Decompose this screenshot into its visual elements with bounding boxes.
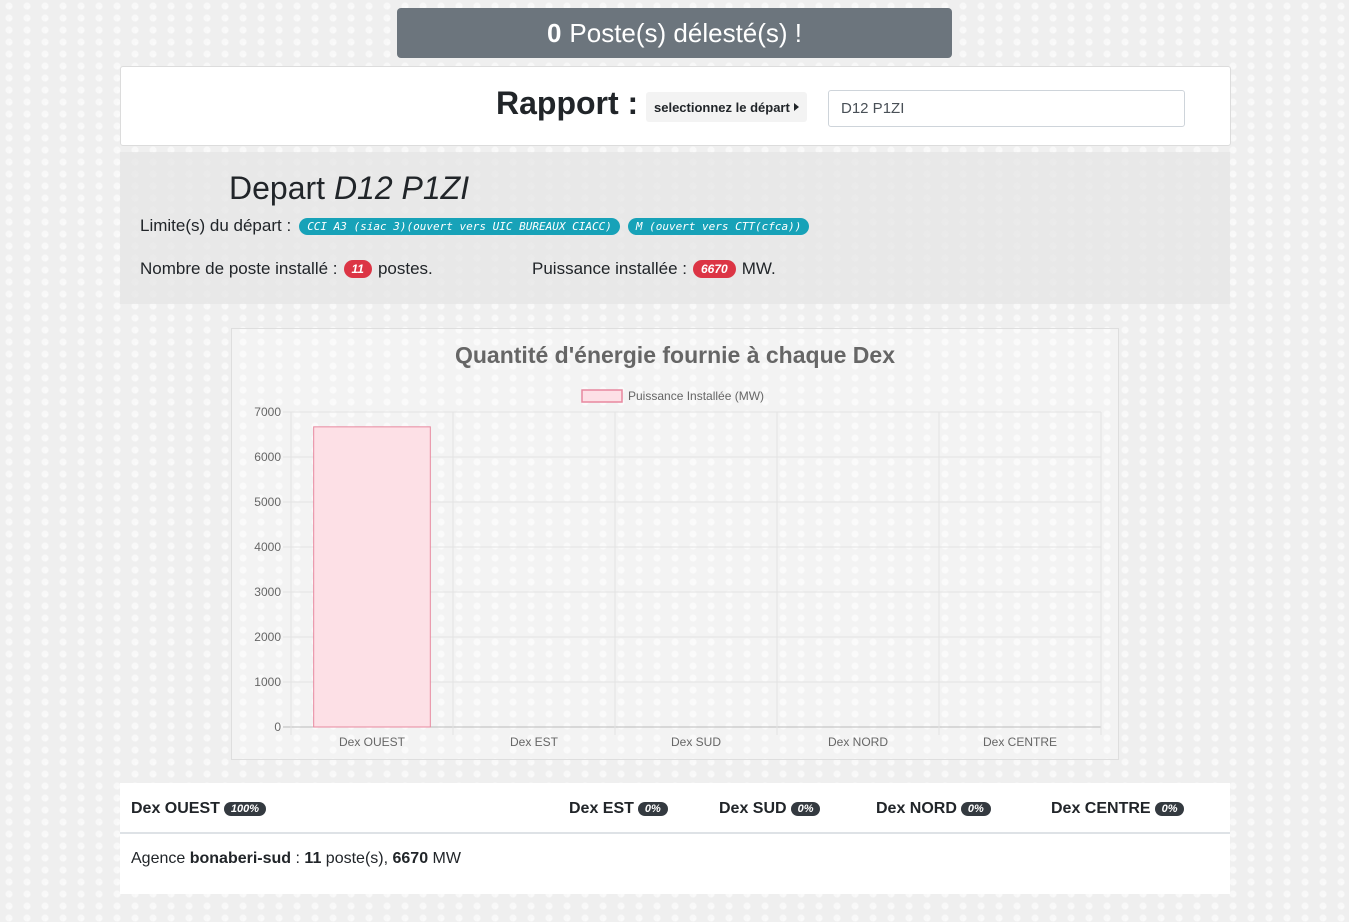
x-tick-label: Dex OUEST xyxy=(339,735,406,749)
dex-item-sud: Dex SUD 0% xyxy=(719,800,821,818)
y-tick-label: 6000 xyxy=(254,450,281,464)
deleted-posts-banner: 0 Poste(s) délesté(s) ! xyxy=(397,8,952,58)
post-count-row: Nombre de poste installé : 11 postes. xyxy=(140,259,433,279)
dex-pct-badge: 100% xyxy=(223,802,267,816)
y-tick-label: 5000 xyxy=(254,495,281,509)
deleted-count: 0 xyxy=(546,17,562,48)
power-suffix: MW. xyxy=(741,259,776,278)
dex-summary-header: Dex OUEST 100% Dex EST 0% Dex SUD 0% Dex… xyxy=(120,783,1230,834)
y-tick-label: 7000 xyxy=(254,405,281,419)
power-row: Puissance installée : 6670 MW. xyxy=(532,259,776,279)
depart-prefix: Depart xyxy=(229,170,326,206)
dex-item-ouest: Dex OUEST 100% xyxy=(131,800,267,818)
agency-prefix: Agence xyxy=(131,850,186,867)
dex-name: Dex EST xyxy=(569,800,634,817)
agency-sep: : xyxy=(295,850,300,867)
post-count-suffix: postes. xyxy=(377,259,433,278)
dex-name: Dex CENTRE xyxy=(1051,800,1151,817)
power-badge: 6670 xyxy=(692,260,736,278)
y-tick-label: 0 xyxy=(274,720,281,734)
legend-swatch xyxy=(581,389,623,403)
x-tick-label: Dex EST xyxy=(510,735,559,749)
limits-row: Limite(s) du départ : CCI A3 (siac 3)(ou… xyxy=(140,216,810,236)
depart-input[interactable] xyxy=(828,90,1185,127)
y-tick-label: 4000 xyxy=(254,540,281,554)
limit-badge: M (ouvert vers CTT(cfca)) xyxy=(627,217,810,235)
dex-pct-badge: 0% xyxy=(960,802,991,816)
agency-count-suffix: poste(s), xyxy=(325,850,389,867)
depart-name: D12 P1ZI xyxy=(333,170,470,206)
dex-pct-badge: 0% xyxy=(790,802,821,816)
energy-chart: Quantité d'énergie fournie à chaque Dex P… xyxy=(231,328,1119,760)
dex-item-est: Dex EST 0% xyxy=(569,800,668,818)
depart-info-panel: Depart D12 P1ZI Limite(s) du départ : CC… xyxy=(120,152,1230,304)
post-count-label: Nombre de poste installé : xyxy=(140,259,338,278)
y-tick-label: 2000 xyxy=(254,630,281,644)
agency-row: Agence bonaberi-sud : 11 poste(s), 6670 … xyxy=(131,850,461,868)
dex-item-centre: Dex CENTRE 0% xyxy=(1051,800,1185,818)
dex-name: Dex SUD xyxy=(719,800,787,817)
dex-name: Dex NORD xyxy=(876,800,957,817)
select-depart-text: selectionnez le départ xyxy=(654,99,790,115)
dex-summary-table: Dex OUEST 100% Dex EST 0% Dex SUD 0% Dex… xyxy=(120,783,1230,894)
dex-pct-badge: 0% xyxy=(637,802,668,816)
report-title: Rapport : xyxy=(496,85,639,121)
x-tick-label: Dex SUD xyxy=(671,735,721,749)
chart-title: Quantité d'énergie fournie à chaque Dex xyxy=(455,342,895,368)
agency-power: 6670 xyxy=(392,850,429,867)
select-depart-label[interactable]: selectionnez le départ xyxy=(646,92,807,122)
caret-right-icon xyxy=(793,103,799,111)
report-card: Rapport : selectionnez le départ xyxy=(120,66,1231,146)
x-tick-label: Dex CENTRE xyxy=(983,735,1057,749)
y-tick-label: 3000 xyxy=(254,585,281,599)
legend-label: Puissance Installée (MW) xyxy=(628,389,764,403)
dex-name: Dex OUEST xyxy=(131,800,220,817)
bar-dex-ouest xyxy=(313,426,431,728)
power-label: Puissance installée : xyxy=(532,259,687,278)
agency-unit: MW xyxy=(432,850,461,867)
depart-heading: Depart D12 P1ZI xyxy=(229,170,469,207)
post-count-badge: 11 xyxy=(343,260,372,278)
deleted-text: Poste(s) délesté(s) ! xyxy=(569,17,803,48)
limits-label: Limite(s) du départ : xyxy=(140,216,292,235)
y-tick-label: 1000 xyxy=(254,675,281,689)
dex-item-nord: Dex NORD 0% xyxy=(876,800,991,818)
x-tick-label: Dex NORD xyxy=(828,735,888,749)
agency-name: bonaberi-sud xyxy=(189,850,292,867)
limit-badge: CCI A3 (siac 3)(ouvert vers UIC BUREAUX … xyxy=(299,217,620,235)
dex-pct-badge: 0% xyxy=(1154,802,1185,816)
agency-count: 11 xyxy=(304,850,322,867)
chart-svg: Quantité d'énergie fournie à chaque Dex P… xyxy=(254,342,1102,749)
